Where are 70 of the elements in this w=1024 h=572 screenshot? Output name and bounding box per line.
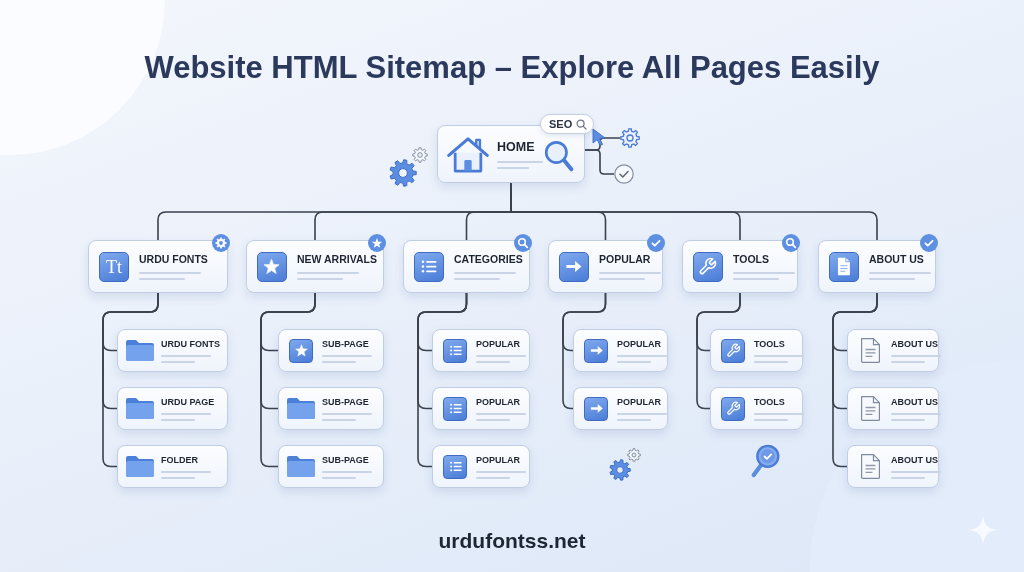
text-lines-drawing bbox=[161, 412, 211, 421]
wrench-icon bbox=[721, 396, 745, 421]
wrench-icon bbox=[693, 251, 723, 282]
search-icon bbox=[576, 118, 588, 130]
text-lines-drawing bbox=[161, 354, 211, 363]
document-icon bbox=[860, 454, 880, 479]
list-icon bbox=[443, 396, 467, 421]
house-icon bbox=[446, 134, 490, 174]
document-icon bbox=[829, 251, 859, 282]
check-icon bbox=[920, 234, 938, 252]
list-icon bbox=[443, 338, 467, 363]
node-label: URDU FONTS bbox=[139, 253, 209, 266]
page-title: Website HTML Sitemap – Explore All Pages Easily bbox=[144, 49, 880, 87]
text-lines-drawing bbox=[497, 160, 543, 169]
search-icon bbox=[544, 140, 574, 172]
node-label: TOOLS bbox=[754, 338, 786, 350]
node-label: TOOLS bbox=[754, 396, 786, 408]
node-label: TOOLS bbox=[733, 253, 770, 266]
gear-icon bbox=[620, 128, 640, 148]
text-lines-drawing bbox=[297, 272, 359, 280]
node-label: ABOUT US bbox=[869, 253, 925, 266]
folder-icon bbox=[287, 398, 315, 419]
folder-icon bbox=[287, 456, 315, 477]
text-lines-drawing bbox=[869, 272, 931, 280]
node-label: FOLDER bbox=[161, 454, 199, 466]
node-label: ABOUT US bbox=[891, 338, 938, 350]
text-lines-drawing bbox=[476, 470, 526, 479]
node-label: CATEGORIES bbox=[454, 253, 524, 266]
text-lines-drawing bbox=[733, 272, 795, 280]
node-label: POPULAR bbox=[599, 253, 652, 266]
node-label: POPULAR bbox=[476, 396, 521, 408]
folder-icon bbox=[126, 398, 154, 419]
node-label: NEW ARRIVALS bbox=[297, 253, 378, 266]
document-icon bbox=[860, 396, 880, 421]
font-icon: Tt bbox=[99, 251, 129, 282]
text-lines-drawing bbox=[322, 354, 372, 363]
search-icon bbox=[782, 234, 800, 252]
node-label: POPULAR bbox=[617, 396, 662, 408]
node-label: POPULAR bbox=[476, 454, 521, 466]
node-label: URDU FONTS bbox=[161, 338, 221, 350]
document-icon bbox=[860, 338, 880, 363]
text-lines-drawing bbox=[322, 470, 372, 479]
wrench-icon bbox=[721, 338, 745, 363]
node-label: SUB-PAGE bbox=[322, 396, 370, 408]
search-check-icon bbox=[750, 444, 780, 478]
text-lines-drawing bbox=[454, 272, 516, 280]
folder-icon bbox=[126, 340, 154, 361]
node-label: POPULAR bbox=[617, 338, 662, 350]
text-lines-drawing bbox=[476, 354, 526, 363]
text-lines-drawing bbox=[161, 470, 211, 479]
check-icon bbox=[614, 164, 634, 184]
node-label: HOME bbox=[497, 139, 536, 155]
list-icon bbox=[443, 454, 467, 479]
text-lines-drawing bbox=[139, 272, 201, 280]
text-lines-drawing bbox=[322, 412, 372, 421]
node-label: SUB-PAGE bbox=[322, 338, 370, 350]
check-icon bbox=[647, 234, 665, 252]
node-label: ABOUT US bbox=[891, 454, 938, 466]
node-label: ABOUT US bbox=[891, 396, 938, 408]
website-address: urdufontss.net bbox=[438, 528, 586, 554]
node-label: POPULAR bbox=[476, 338, 521, 350]
node-label: SUB-PAGE bbox=[322, 454, 370, 466]
search-icon bbox=[514, 234, 532, 252]
gear-icon bbox=[212, 234, 230, 252]
list-icon bbox=[414, 251, 444, 282]
text-lines-drawing bbox=[476, 412, 526, 421]
node-label: URDU PAGE bbox=[161, 396, 216, 408]
folder-icon bbox=[126, 456, 154, 477]
cursor-icon bbox=[592, 128, 606, 146]
tag-label: SEO bbox=[549, 117, 573, 131]
